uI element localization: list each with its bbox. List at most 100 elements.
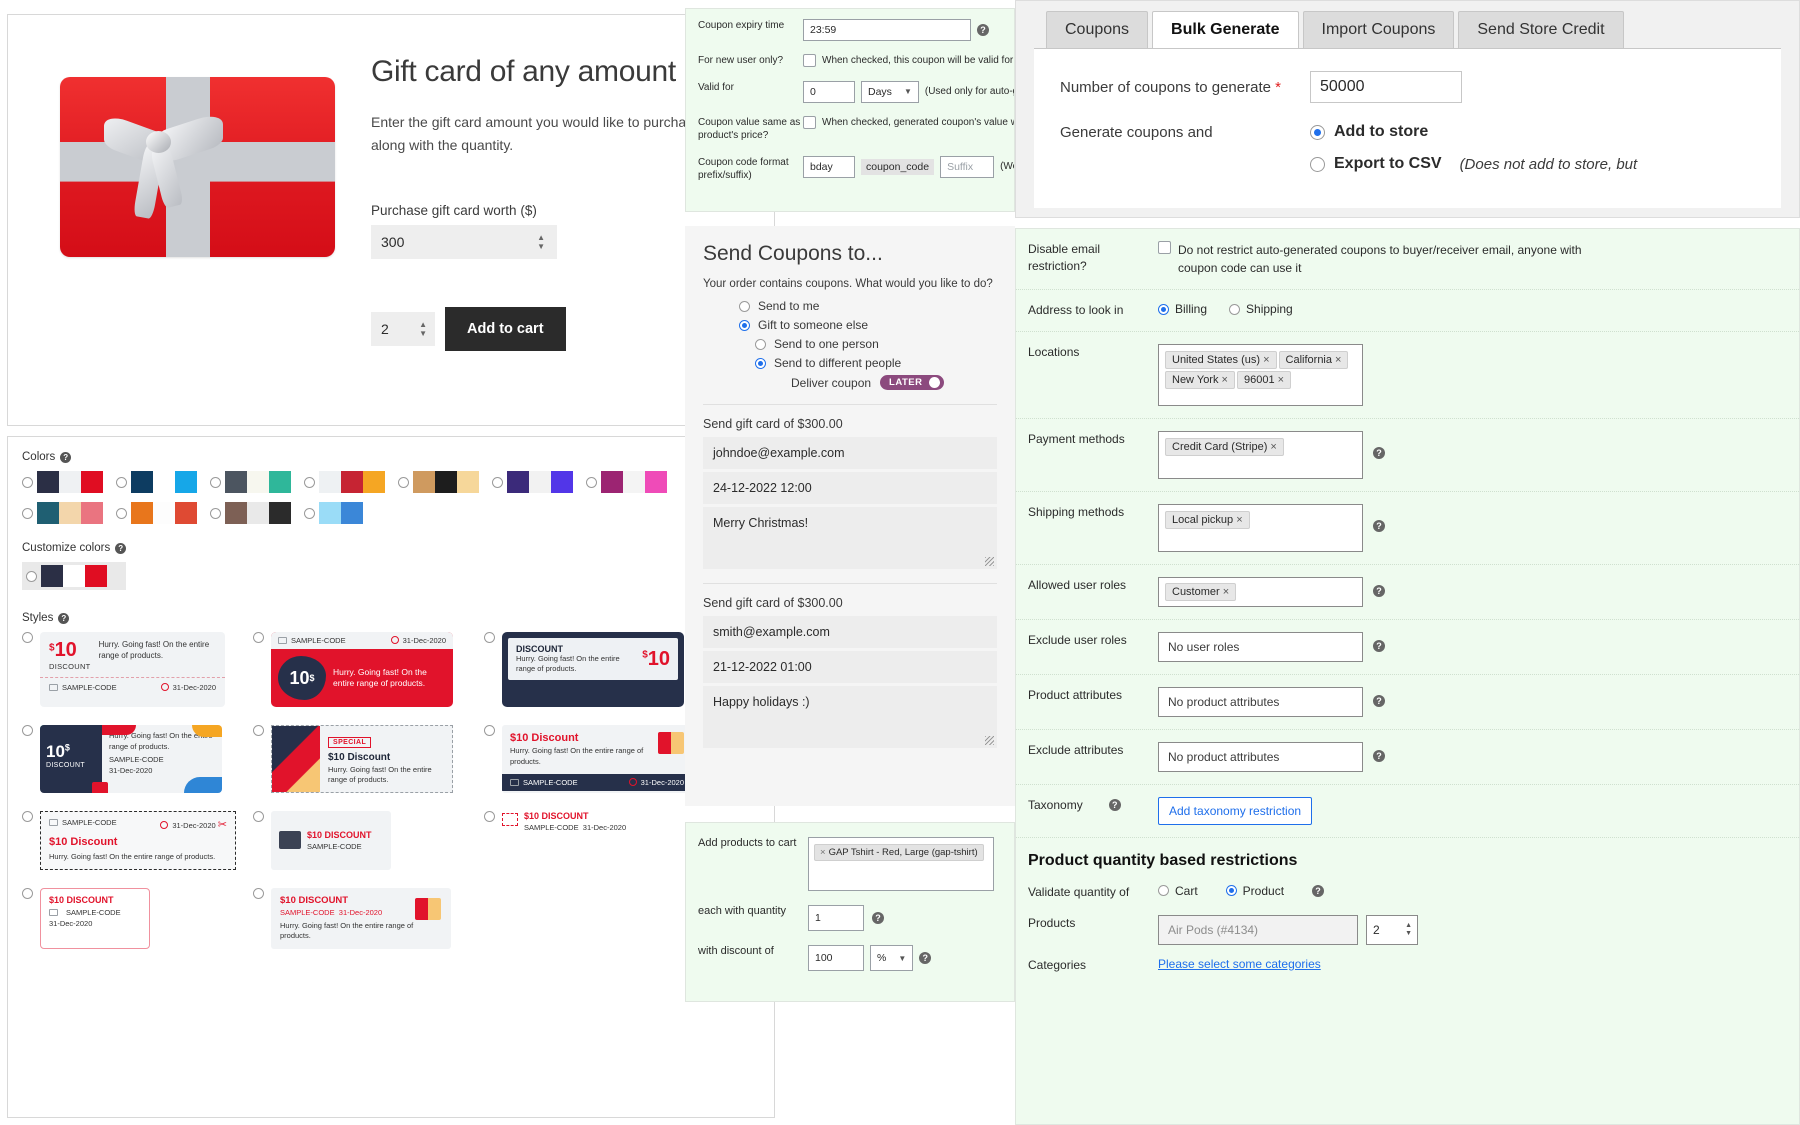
token-chip[interactable]: × GAP Tshirt - Red, Large (gap-tshirt) [814,844,984,861]
option-shipping[interactable]: Shipping [1229,302,1293,316]
radio-icon[interactable] [492,476,503,488]
radio-icon[interactable] [304,507,315,519]
color-option[interactable] [304,502,398,524]
style-option[interactable]: $10 DISCOUNT SAMPLE-CODE 31-Dec-2020 [22,887,253,949]
color-option[interactable] [398,471,492,493]
radio-selected-icon[interactable] [1158,303,1169,315]
radio-icon[interactable] [755,338,766,350]
radio-selected-icon[interactable] [755,357,766,369]
remove-token-icon[interactable]: × [1260,354,1269,366]
radio-icon[interactable] [210,476,221,488]
radio-icon[interactable] [22,811,33,822]
option-gift-to-someone-else[interactable]: Gift to someone else [739,318,997,332]
remove-token-icon[interactable]: × [1267,441,1276,453]
exclude-roles-input[interactable]: No user roles [1158,631,1363,662]
recipient-datetime-input[interactable]: 21-12-2022 01:00 [703,651,997,683]
color-option[interactable] [22,471,116,493]
option-export-to-csv[interactable]: Export to CSV (Does not add to store, bu… [1310,155,1637,173]
help-icon[interactable]: ? [1373,749,1385,762]
radio-icon[interactable] [253,725,264,736]
color-option[interactable] [116,471,210,493]
option-add-to-store[interactable]: Add to store [1310,123,1428,141]
radio-icon[interactable] [398,476,409,488]
radio-icon[interactable] [253,632,264,643]
exclude-attributes-input[interactable]: No product attributes [1158,741,1363,772]
remove-token-icon[interactable]: × [1332,354,1341,366]
option-send-to-different-people[interactable]: Send to different people [755,356,997,370]
option-cart[interactable]: Cart [1158,884,1198,898]
option-billing[interactable]: Billing [1158,302,1207,316]
style-option[interactable]: $10 DISCOUNT SAMPLE-CODE [253,811,484,870]
remove-token-icon[interactable]: × [820,847,826,858]
value-same-as-price-checkbox[interactable] [803,115,816,129]
coupon-prefix-input[interactable]: bday [803,155,855,178]
color-option[interactable] [492,471,586,493]
help-icon[interactable]: ? [872,912,884,924]
tab-bulk-generate[interactable]: Bulk Generate [1152,11,1299,48]
help-icon[interactable]: ? [1373,639,1385,652]
option-product[interactable]: Product [1225,884,1284,898]
color-option[interactable] [210,502,304,524]
recipient-message-textarea[interactable]: Merry Christmas! [703,507,997,569]
radio-icon[interactable] [116,507,127,519]
valid-for-unit-select[interactable]: Days ▼ [861,80,919,103]
help-icon[interactable]: ? [58,612,70,624]
add-to-cart-button[interactable]: Add to cart [445,307,566,352]
radio-icon[interactable] [1310,156,1325,172]
recipient-message-textarea[interactable]: Happy holidays :) [703,686,997,748]
radio-icon[interactable] [26,570,37,582]
radio-icon[interactable] [116,476,127,488]
new-user-only-checkbox[interactable] [803,54,816,67]
style-option[interactable]: DISCOUNT Hurry. Going fast! On the entir… [484,632,715,707]
token-chip[interactable]: Customer × [1165,582,1237,601]
number-of-coupons-input[interactable]: 50000 [1310,71,1462,103]
radio-selected-icon[interactable] [1310,124,1325,140]
radio-icon[interactable] [1229,303,1241,315]
remove-token-icon[interactable]: × [1220,586,1229,598]
radio-icon[interactable] [22,725,33,736]
help-icon[interactable]: ? [919,952,932,964]
gift-amount-input[interactable]: 300 ▲ ▼ [371,225,557,260]
tab-import-coupons[interactable]: Import Coupons [1302,11,1455,48]
radio-icon[interactable] [1158,885,1169,897]
help-icon[interactable]: ? [115,542,127,554]
style-option[interactable]: $10 DISCOUNT Hurry. Going fast! On the e… [22,632,253,707]
shipping-methods-token-input[interactable]: Local pickup × [1158,503,1363,552]
each-quantity-input[interactable]: 1 [808,905,864,931]
radio-icon[interactable] [22,632,33,643]
remove-token-icon[interactable]: × [1218,374,1228,386]
radio-selected-icon[interactable] [739,319,750,331]
payment-methods-token-input[interactable]: Credit Card (Stripe) × [1158,430,1363,479]
remove-token-icon[interactable]: × [1233,514,1242,526]
radio-icon[interactable] [253,811,264,822]
color-option[interactable] [116,502,210,524]
coupon-suffix-input[interactable]: Suffix [940,155,995,178]
discount-unit-select[interactable]: % ▼ [870,945,914,971]
radio-icon[interactable] [22,507,33,519]
coupon-expiry-time-input[interactable]: 23:59 [803,19,971,41]
quantity-stepper[interactable]: 2 ▲ ▼ [371,312,435,347]
recipient-datetime-input[interactable]: 24-12-2022 12:00 [703,472,997,504]
stepper-arrows-icon[interactable]: ▲ ▼ [1405,922,1412,938]
stepper-arrows-icon[interactable]: ▲ ▼ [419,320,427,338]
color-option[interactable] [22,502,116,524]
help-icon[interactable]: ? [977,24,989,36]
color-swatch-grid[interactable] [22,471,760,524]
color-option[interactable] [304,471,398,493]
radio-icon[interactable] [484,811,495,822]
stepper-arrows-icon[interactable]: ▲ ▼ [537,233,545,251]
add-products-token-input[interactable]: × GAP Tshirt - Red, Large (gap-tshirt) [808,837,994,891]
radio-icon[interactable] [22,476,33,488]
help-icon[interactable]: ? [1373,694,1385,707]
color-option[interactable] [210,471,304,493]
recipient-email-input[interactable]: johndoe@example.com [703,437,997,469]
style-option[interactable]: 10$ DISCOUNT Hurry. Going fast! On the e… [22,725,253,793]
option-send-to-me[interactable]: Send to me [739,299,997,313]
recipient-email-input[interactable]: smith@example.com [703,616,997,648]
radio-selected-icon[interactable] [1225,885,1237,897]
token-chip[interactable]: United States (us) × [1165,350,1277,369]
radio-icon[interactable] [304,476,315,488]
token-chip[interactable]: New York × [1165,370,1235,389]
tab-send-store-credit[interactable]: Send Store Credit [1458,11,1624,48]
select-categories-link[interactable]: Please select some categories [1158,957,1321,971]
